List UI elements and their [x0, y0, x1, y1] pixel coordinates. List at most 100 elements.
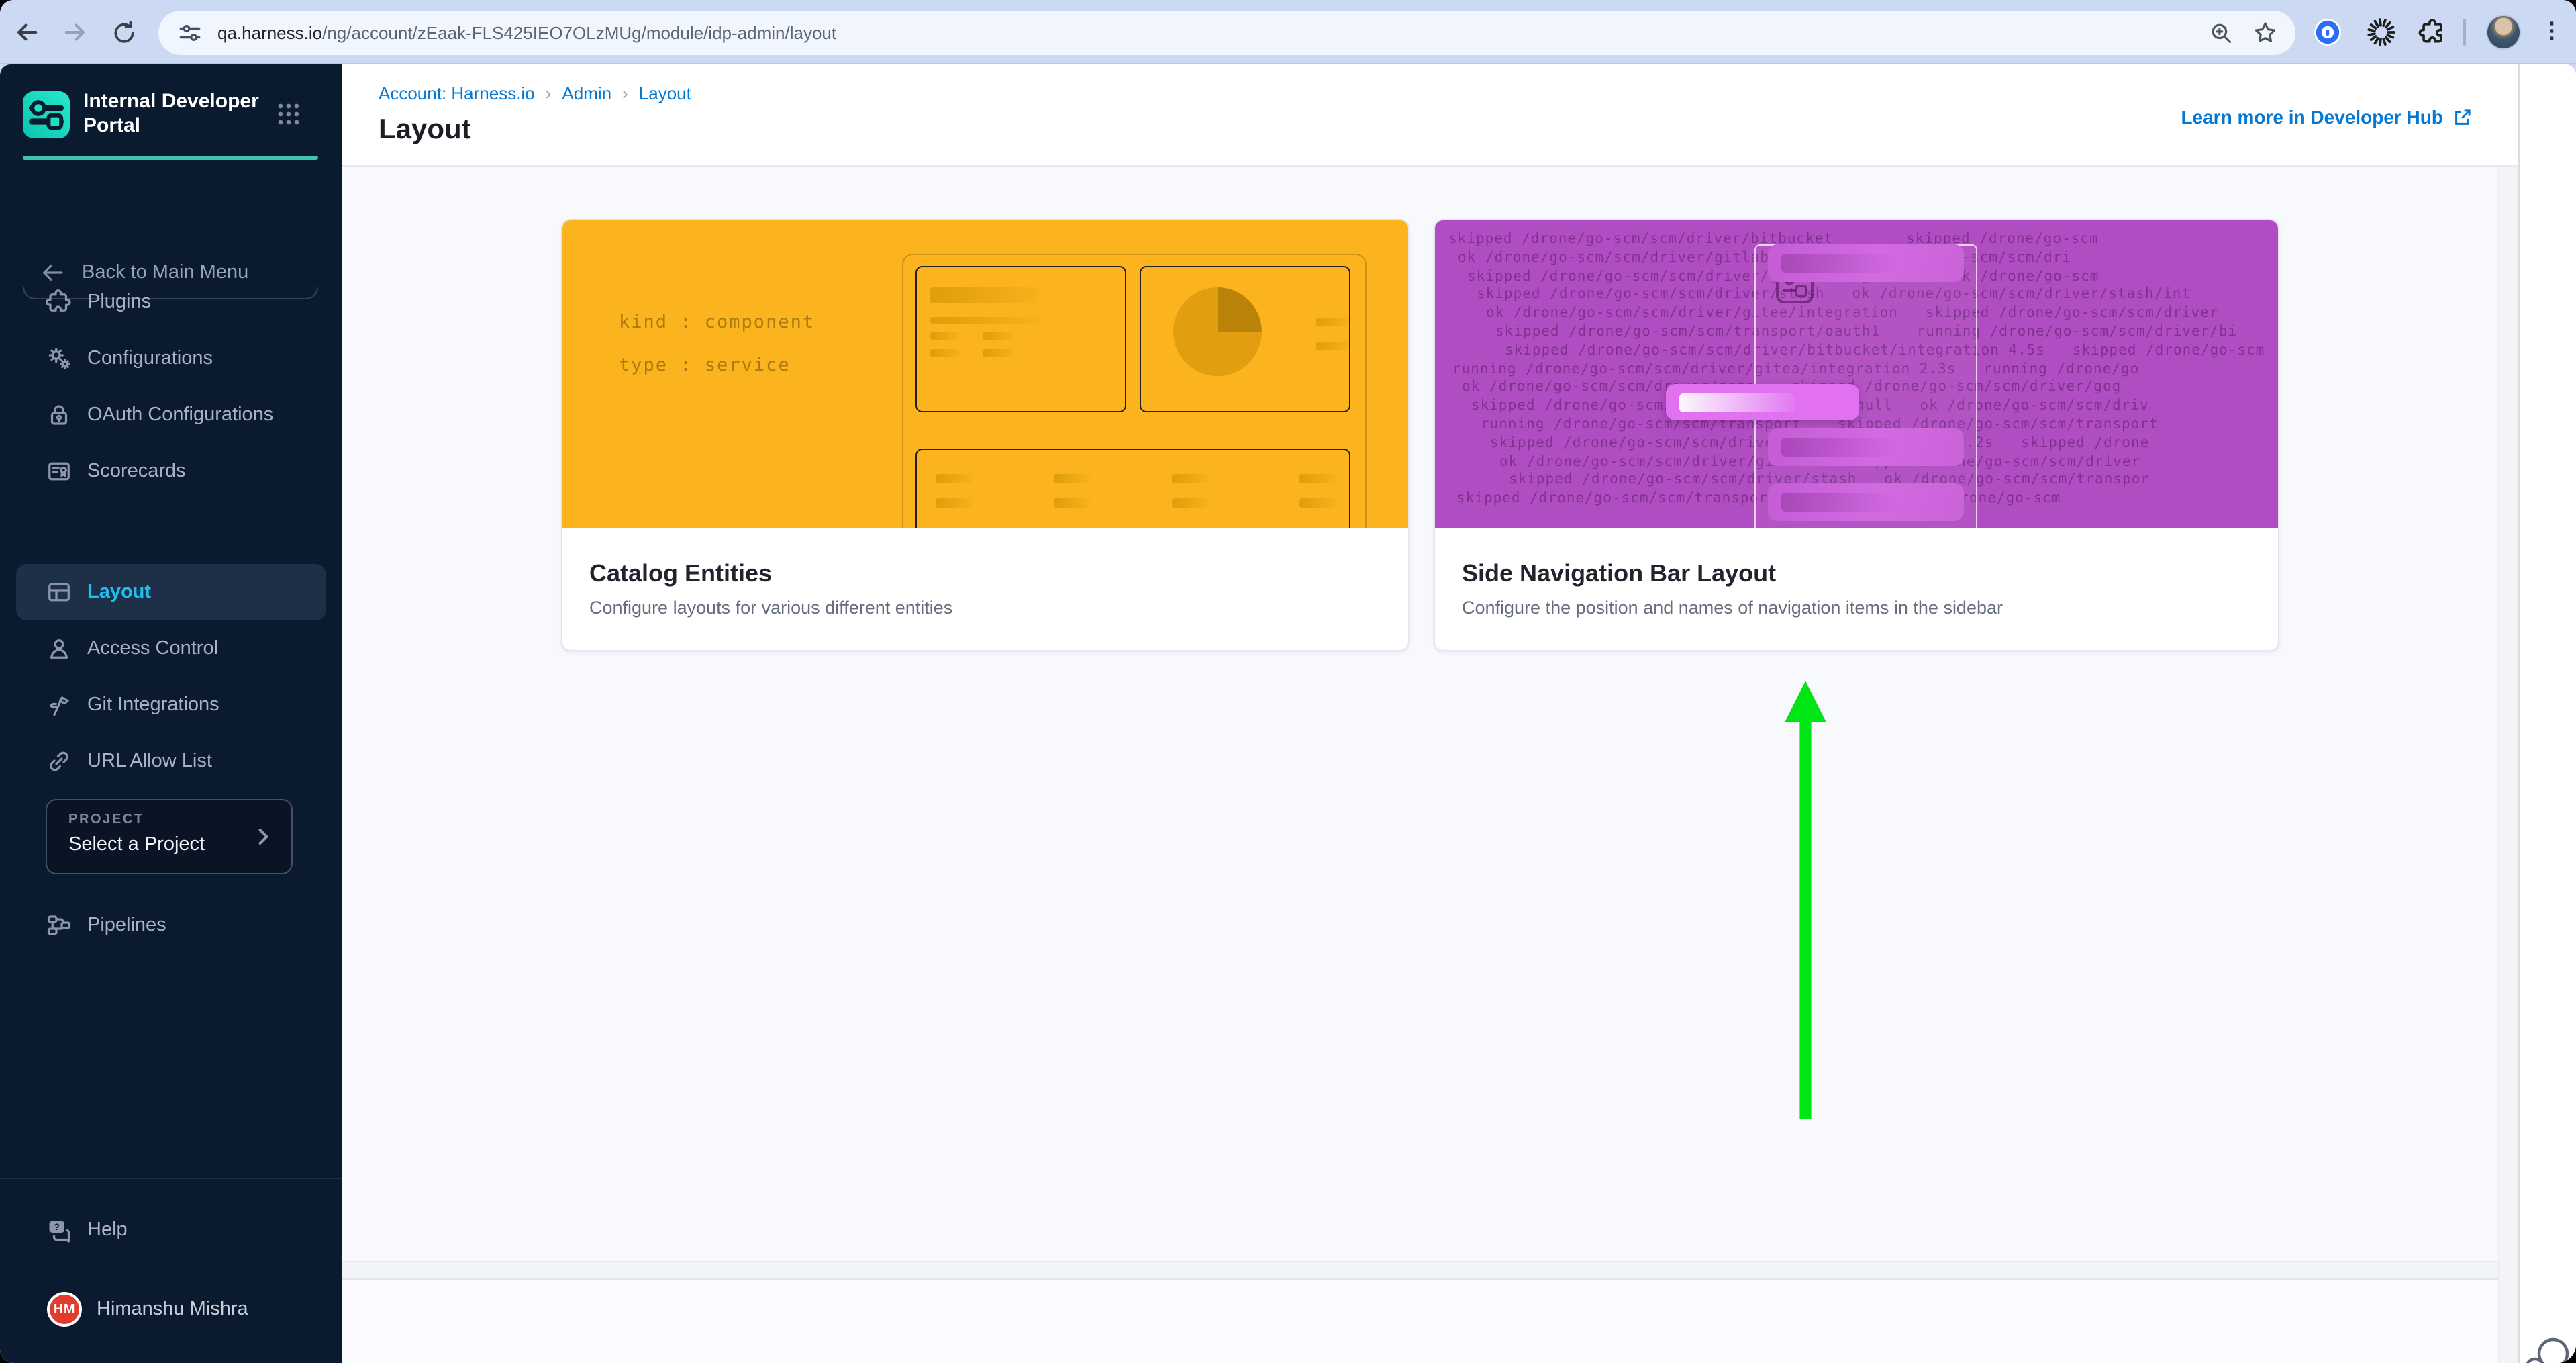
breadcrumb-separator: › — [546, 83, 552, 103]
project-selector[interactable]: PROJECT Select a Project — [46, 799, 293, 874]
url-domain: qa.harness.io — [217, 22, 322, 42]
sidebar-accent-divider — [23, 156, 318, 159]
extensions-puzzle-icon[interactable] — [2418, 17, 2446, 46]
lock-icon — [46, 402, 72, 428]
sidebar: Internal Developer Portal Back to Main M… — [0, 64, 342, 1363]
mock-nav-pill-dragged — [1666, 384, 1859, 420]
card-title: Side Navigation Bar Layout — [1462, 560, 1776, 588]
chevron-right-icon — [251, 825, 275, 849]
sidebar-item-label: Pipelines — [87, 914, 166, 936]
illustration-code-line: type : service — [619, 355, 791, 376]
person-icon — [46, 635, 72, 662]
site-settings-icon[interactable] — [176, 18, 204, 46]
sidebar-item-layout[interactable]: Layout — [16, 564, 326, 620]
breadcrumb-admin-link[interactable]: Admin — [562, 83, 611, 103]
breadcrumb-account-link[interactable]: Account: Harness.io — [379, 83, 535, 103]
footer-area — [342, 1280, 2498, 1363]
learn-more-label: Learn more in Developer Hub — [2181, 106, 2443, 128]
mock-nav-pill — [1768, 483, 1964, 521]
sidebar-item-label: Layout — [87, 581, 151, 603]
page-header: Account: Harness.io › Admin › Layout Lay… — [342, 64, 2518, 167]
card-side-navigation-bar-layout[interactable]: skipped /drone/go-scm/scm/driver/bitbuck… — [1434, 219, 2279, 651]
sidebar-item-scorecards[interactable]: Scorecards — [16, 443, 326, 500]
scorecard-icon — [46, 458, 72, 485]
scrollbar-gutter[interactable] — [2498, 167, 2518, 1363]
browser-forward-button[interactable] — [59, 16, 91, 48]
catalog-entities-illustration: kind : component type : service — [562, 220, 1408, 528]
gears-icon — [46, 345, 72, 372]
mock-panel-about — [915, 266, 1126, 412]
sidebar-item-pipelines[interactable]: Pipelines — [16, 897, 326, 953]
card-description: Configure the position and names of navi… — [1462, 598, 2003, 618]
plugin-icon — [46, 289, 72, 316]
url-path: /ng/account/zEaak-FLS425IEO7OLzMUg/modul… — [322, 22, 836, 42]
page-title: Layout — [379, 114, 471, 146]
sidebar-item-configurations[interactable]: Configurations — [16, 330, 326, 387]
sidebar-item-plugins[interactable]: Plugins — [16, 274, 326, 330]
browser-menu-icon[interactable]: ⋮ — [2541, 16, 2560, 48]
chat-bubbles-icon[interactable] — [2521, 1332, 2576, 1363]
svg-text:?: ? — [54, 1222, 60, 1232]
browser-back-button[interactable] — [11, 16, 43, 48]
sidebar-item-label: Configurations — [87, 348, 213, 369]
breadcrumb-layout-link[interactable]: Layout — [639, 83, 691, 103]
sidebar-item-label: Git Integrations — [87, 694, 219, 716]
sidebar-item-git-integrations[interactable]: Git Integrations — [16, 677, 326, 733]
learn-more-link[interactable]: Learn more in Developer Hub — [2181, 106, 2473, 128]
sidebar-item-label: OAuth Configurations — [87, 404, 273, 426]
url-text: qa.harness.io/ng/account/zEaak-FLS425IEO… — [217, 10, 836, 54]
content-bottom-strip — [342, 1261, 2498, 1280]
side-nav-illustration: skipped /drone/go-scm/scm/driver/bitbuck… — [1435, 220, 2278, 528]
mock-nav-pill — [1768, 244, 1964, 282]
idp-logo[interactable] — [23, 91, 70, 138]
user-name: Himanshu Mishra — [97, 1299, 248, 1320]
git-signpost-icon — [46, 692, 72, 718]
address-bar[interactable]: qa.harness.io/ng/account/zEaak-FLS425IEO… — [158, 10, 2295, 54]
sidebar-user[interactable]: HM Himanshu Mishra — [16, 1281, 326, 1337]
right-rail — [2518, 64, 2576, 1363]
password-manager-extension-icon[interactable] — [2313, 17, 2341, 46]
sidebar-item-oauth-configurations[interactable]: OAuth Configurations — [16, 387, 326, 443]
module-switcher-icon[interactable] — [275, 101, 302, 128]
mock-panel-table — [915, 449, 1350, 528]
sidebar-item-label: Help — [87, 1219, 128, 1241]
sidebar-item-label: URL Allow List — [87, 751, 212, 772]
card-catalog-entities[interactable]: kind : component type : service — [561, 219, 1409, 651]
annotation-arrow-up — [1765, 678, 1846, 1121]
bookmark-star-icon[interactable] — [2252, 19, 2278, 45]
card-description: Configure layouts for various different … — [589, 598, 952, 618]
browser-profile-avatar[interactable] — [2486, 15, 2521, 50]
sidebar-item-label: Scorecards — [87, 461, 186, 482]
help-chat-icon: ? — [46, 1217, 72, 1243]
user-avatar: HM — [47, 1292, 82, 1327]
sidebar-item-label: Access Control — [87, 638, 218, 659]
zoom-page-icon[interactable] — [2208, 19, 2234, 45]
sidebar-item-label: Plugins — [87, 291, 151, 313]
layout-icon — [46, 579, 72, 606]
browser-window: qa.harness.io/ng/account/zEaak-FLS425IEO… — [0, 0, 2576, 1363]
mock-panel-chart — [1140, 266, 1350, 412]
sidebar-item-access-control[interactable]: Access Control — [16, 620, 326, 677]
external-link-icon — [2453, 107, 2473, 127]
product-title: Internal Developer Portal — [83, 90, 268, 138]
card-title: Catalog Entities — [589, 560, 772, 588]
mock-nav-pill — [1768, 428, 1964, 466]
sidebar-item-url-allow-list[interactable]: URL Allow List — [16, 733, 326, 790]
toolbar-divider — [2463, 19, 2466, 46]
browser-reload-button[interactable] — [107, 16, 140, 48]
sidebar-bottom-divider — [0, 1178, 342, 1179]
project-label: PROJECT — [68, 812, 144, 827]
app-page: Internal Developer Portal Back to Main M… — [0, 64, 2576, 1363]
breadcrumb-separator: › — [622, 83, 628, 103]
sunburst-extension-icon[interactable] — [2367, 17, 2395, 46]
link-icon — [46, 748, 72, 775]
illustration-code-line: kind : component — [619, 312, 815, 333]
screen: qa.harness.io/ng/account/zEaak-FLS425IEO… — [0, 0, 2576, 1363]
sidebar-item-help[interactable]: ? Help — [16, 1202, 326, 1258]
mock-pie-chart — [1173, 287, 1262, 376]
main-content: Account: Harness.io › Admin › Layout Lay… — [342, 64, 2518, 1363]
pipelines-icon — [46, 912, 72, 939]
browser-toolbar: qa.harness.io/ng/account/zEaak-FLS425IEO… — [0, 0, 2576, 64]
breadcrumb: Account: Harness.io › Admin › Layout — [379, 83, 691, 103]
project-value: Select a Project — [68, 834, 205, 855]
